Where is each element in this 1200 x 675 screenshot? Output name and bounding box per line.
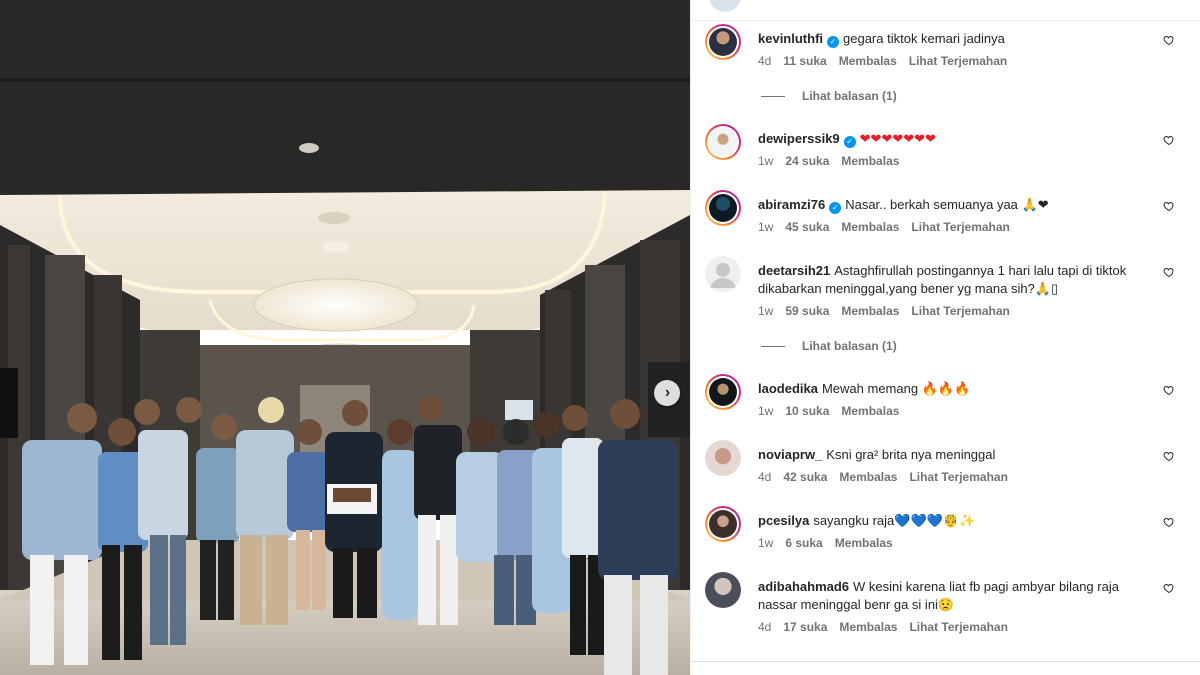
- avatar[interactable]: [709, 0, 741, 12]
- translate-link[interactable]: Lihat Terjemahan: [911, 220, 1009, 234]
- comment-username[interactable]: dewiperssik9: [758, 131, 840, 146]
- reply-button[interactable]: Membalas: [841, 304, 899, 318]
- translate-link[interactable]: Lihat Terjemahan: [911, 304, 1009, 318]
- comment-time[interactable]: 1w: [758, 304, 773, 318]
- like-heart-icon[interactable]: [1163, 200, 1175, 212]
- reply-button[interactable]: Membalas: [841, 404, 899, 418]
- translate-link[interactable]: Lihat Terjemahan: [909, 54, 1007, 68]
- avatar[interactable]: [705, 374, 741, 410]
- avatar[interactable]: [705, 124, 741, 160]
- divider: [691, 20, 1200, 21]
- comment-username[interactable]: kevinluthfi: [758, 31, 823, 46]
- like-heart-icon[interactable]: [1163, 384, 1175, 396]
- like-heart-icon[interactable]: [1163, 34, 1175, 46]
- comment-username[interactable]: adibahahmad6: [758, 579, 849, 594]
- comment-username[interactable]: laodedika: [758, 381, 818, 396]
- verified-badge-icon: ✓: [829, 202, 842, 214]
- comment-username[interactable]: noviaprw_: [758, 447, 822, 462]
- verified-badge-icon: ✓: [827, 36, 840, 48]
- avatar[interactable]: [705, 440, 741, 476]
- comment-username[interactable]: abiramzi76: [758, 197, 825, 212]
- comment-time[interactable]: 4d: [758, 620, 771, 634]
- reply-button[interactable]: Membalas: [839, 470, 897, 484]
- comment-time[interactable]: 1w: [758, 220, 773, 234]
- divider: [761, 96, 785, 97]
- reply-button[interactable]: Membalas: [841, 154, 899, 168]
- translate-link[interactable]: Lihat Terjemahan: [909, 470, 1007, 484]
- reply-button[interactable]: Membalas: [835, 536, 893, 550]
- comment-time[interactable]: 1w: [758, 536, 773, 550]
- comment-time[interactable]: 4d: [758, 470, 771, 484]
- comment-text: Mewah memang 🔥🔥🔥: [821, 381, 971, 396]
- carousel-next-button[interactable]: ›: [654, 380, 680, 406]
- reply-button[interactable]: Membalas: [839, 620, 897, 634]
- view-replies-link[interactable]: Lihat balasan (1): [802, 339, 897, 353]
- avatar[interactable]: [705, 572, 741, 608]
- comment-username[interactable]: pcesilya: [758, 513, 809, 528]
- comment-likes[interactable]: 42 suka: [783, 470, 827, 484]
- avatar[interactable]: [705, 190, 741, 226]
- comment-likes[interactable]: 11 suka: [783, 54, 826, 68]
- comment-likes[interactable]: 17 suka: [783, 620, 827, 634]
- reply-button[interactable]: Membalas: [839, 54, 897, 68]
- comment-time[interactable]: 4d: [758, 54, 771, 68]
- default-avatar-icon: [710, 263, 736, 288]
- like-heart-icon[interactable]: [1163, 450, 1175, 462]
- comment-likes[interactable]: 10 suka: [785, 404, 829, 418]
- comment-time[interactable]: 1w: [758, 404, 773, 418]
- divider: [761, 346, 785, 347]
- like-heart-icon[interactable]: [1163, 134, 1175, 146]
- verified-badge-icon: ✓: [843, 136, 856, 148]
- comments-panel: kevinluthfi ✓ gegara tiktok kemari jadinya…: [690, 0, 1200, 675]
- view-replies-link[interactable]: Lihat balasan (1): [802, 89, 897, 103]
- post-photo: ›: [0, 0, 690, 675]
- comment-username[interactable]: deetarsih21: [758, 263, 830, 278]
- translate-link[interactable]: Lihat Terjemahan: [909, 620, 1007, 634]
- like-heart-icon[interactable]: [1163, 266, 1175, 278]
- divider: [691, 661, 1200, 662]
- like-heart-icon[interactable]: [1163, 582, 1175, 594]
- comment-likes[interactable]: 6 suka: [785, 536, 822, 550]
- comment-likes[interactable]: 59 suka: [785, 304, 829, 318]
- event-photo-illustration: [0, 0, 690, 675]
- like-heart-icon[interactable]: [1163, 516, 1175, 528]
- comment-likes[interactable]: 24 suka: [785, 154, 829, 168]
- comment-text: sayangku raja💙💙💙🤴✨: [813, 513, 976, 528]
- avatar[interactable]: [705, 256, 741, 292]
- reply-button[interactable]: Membalas: [841, 220, 899, 234]
- avatar[interactable]: [705, 506, 741, 542]
- comment-time[interactable]: 1w: [758, 154, 773, 168]
- avatar[interactable]: [705, 24, 741, 60]
- comment-text: Nasar.. berkah semuanya yaa 🙏❤: [845, 197, 1049, 212]
- comment-text: gegara tiktok kemari jadinya: [843, 31, 1005, 46]
- comment-text: Ksni gra² brita nya meninggal: [826, 447, 996, 462]
- comment-text: ❤❤❤❤❤❤❤: [859, 131, 936, 146]
- comment-likes[interactable]: 45 suka: [785, 220, 829, 234]
- chevron-right-icon: ›: [664, 384, 671, 401]
